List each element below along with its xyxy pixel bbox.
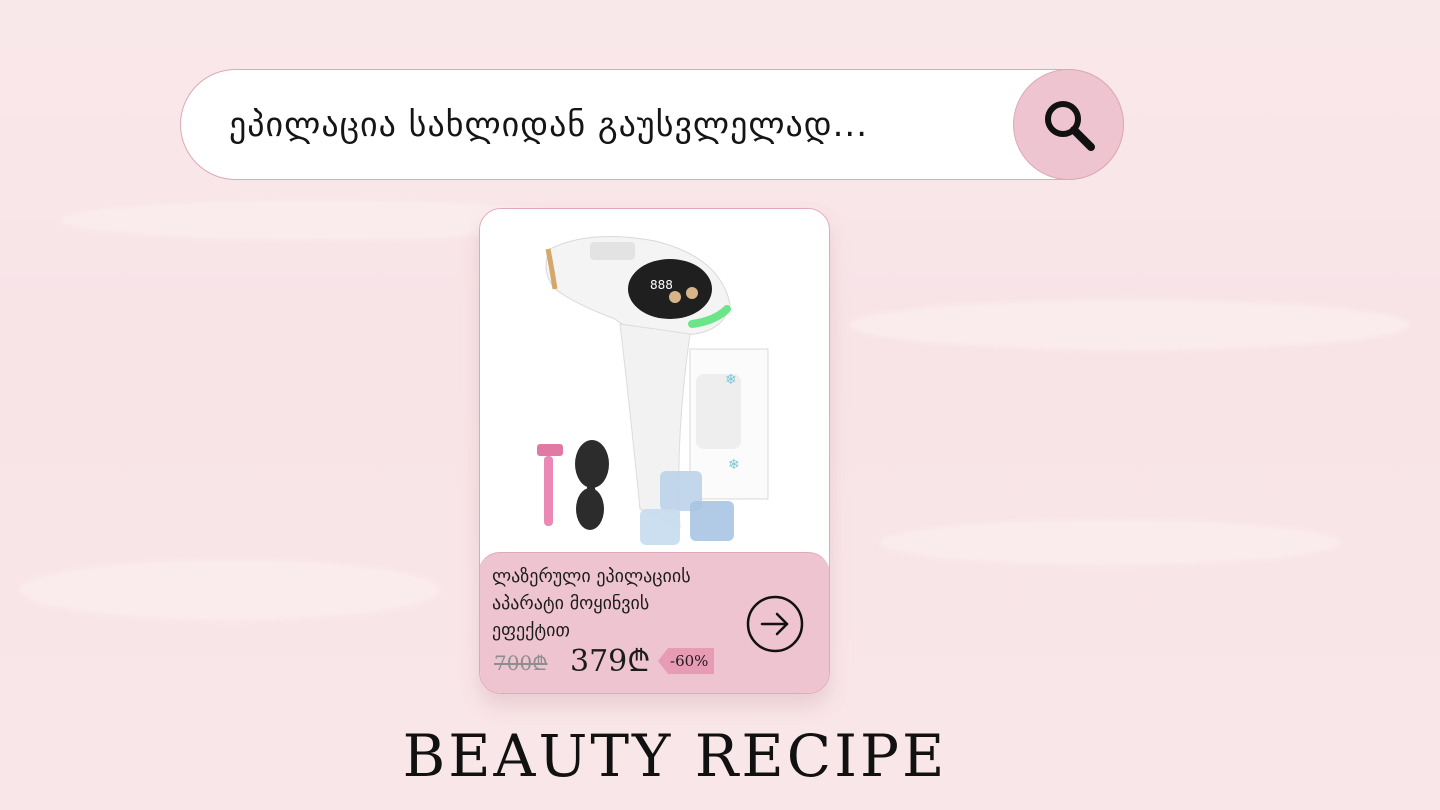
new-price: 379₾ (570, 644, 651, 679)
bg-brush (850, 300, 1410, 350)
product-image: 888 ❄ ❄ (480, 209, 828, 554)
search-button[interactable] (1013, 69, 1124, 180)
arrow-right-icon[interactable] (746, 595, 804, 653)
discount-badge: -60% (658, 648, 715, 674)
search-text[interactable]: ეპილაცია სახლიდან გაუსვლელად... (229, 70, 868, 181)
bg-brush (880, 520, 1340, 565)
bg-brush (20, 560, 440, 620)
svg-text:❄: ❄ (728, 457, 740, 473)
svg-text:❄: ❄ (725, 372, 737, 388)
product-info: ლაზერული ეპილაციის აპარატი მოყინვის ეფექ… (480, 552, 829, 693)
old-price: 700₾ (494, 651, 548, 675)
search-bar[interactable]: ეპილაცია სახლიდან გაუსვლელად... (180, 69, 1124, 180)
brand-logo-text: BEAUTY RECIPE (402, 722, 948, 790)
product-title[interactable]: ლაზერული ეპილაციის აპარატი მოყინვის ეფექ… (492, 563, 732, 644)
svg-text:888: 888 (650, 278, 673, 292)
magnifier-icon (1044, 100, 1095, 151)
product-card[interactable]: 888 ❄ ❄ ლაზერული ეპილაციის აპარატი მოყინ… (479, 208, 830, 694)
